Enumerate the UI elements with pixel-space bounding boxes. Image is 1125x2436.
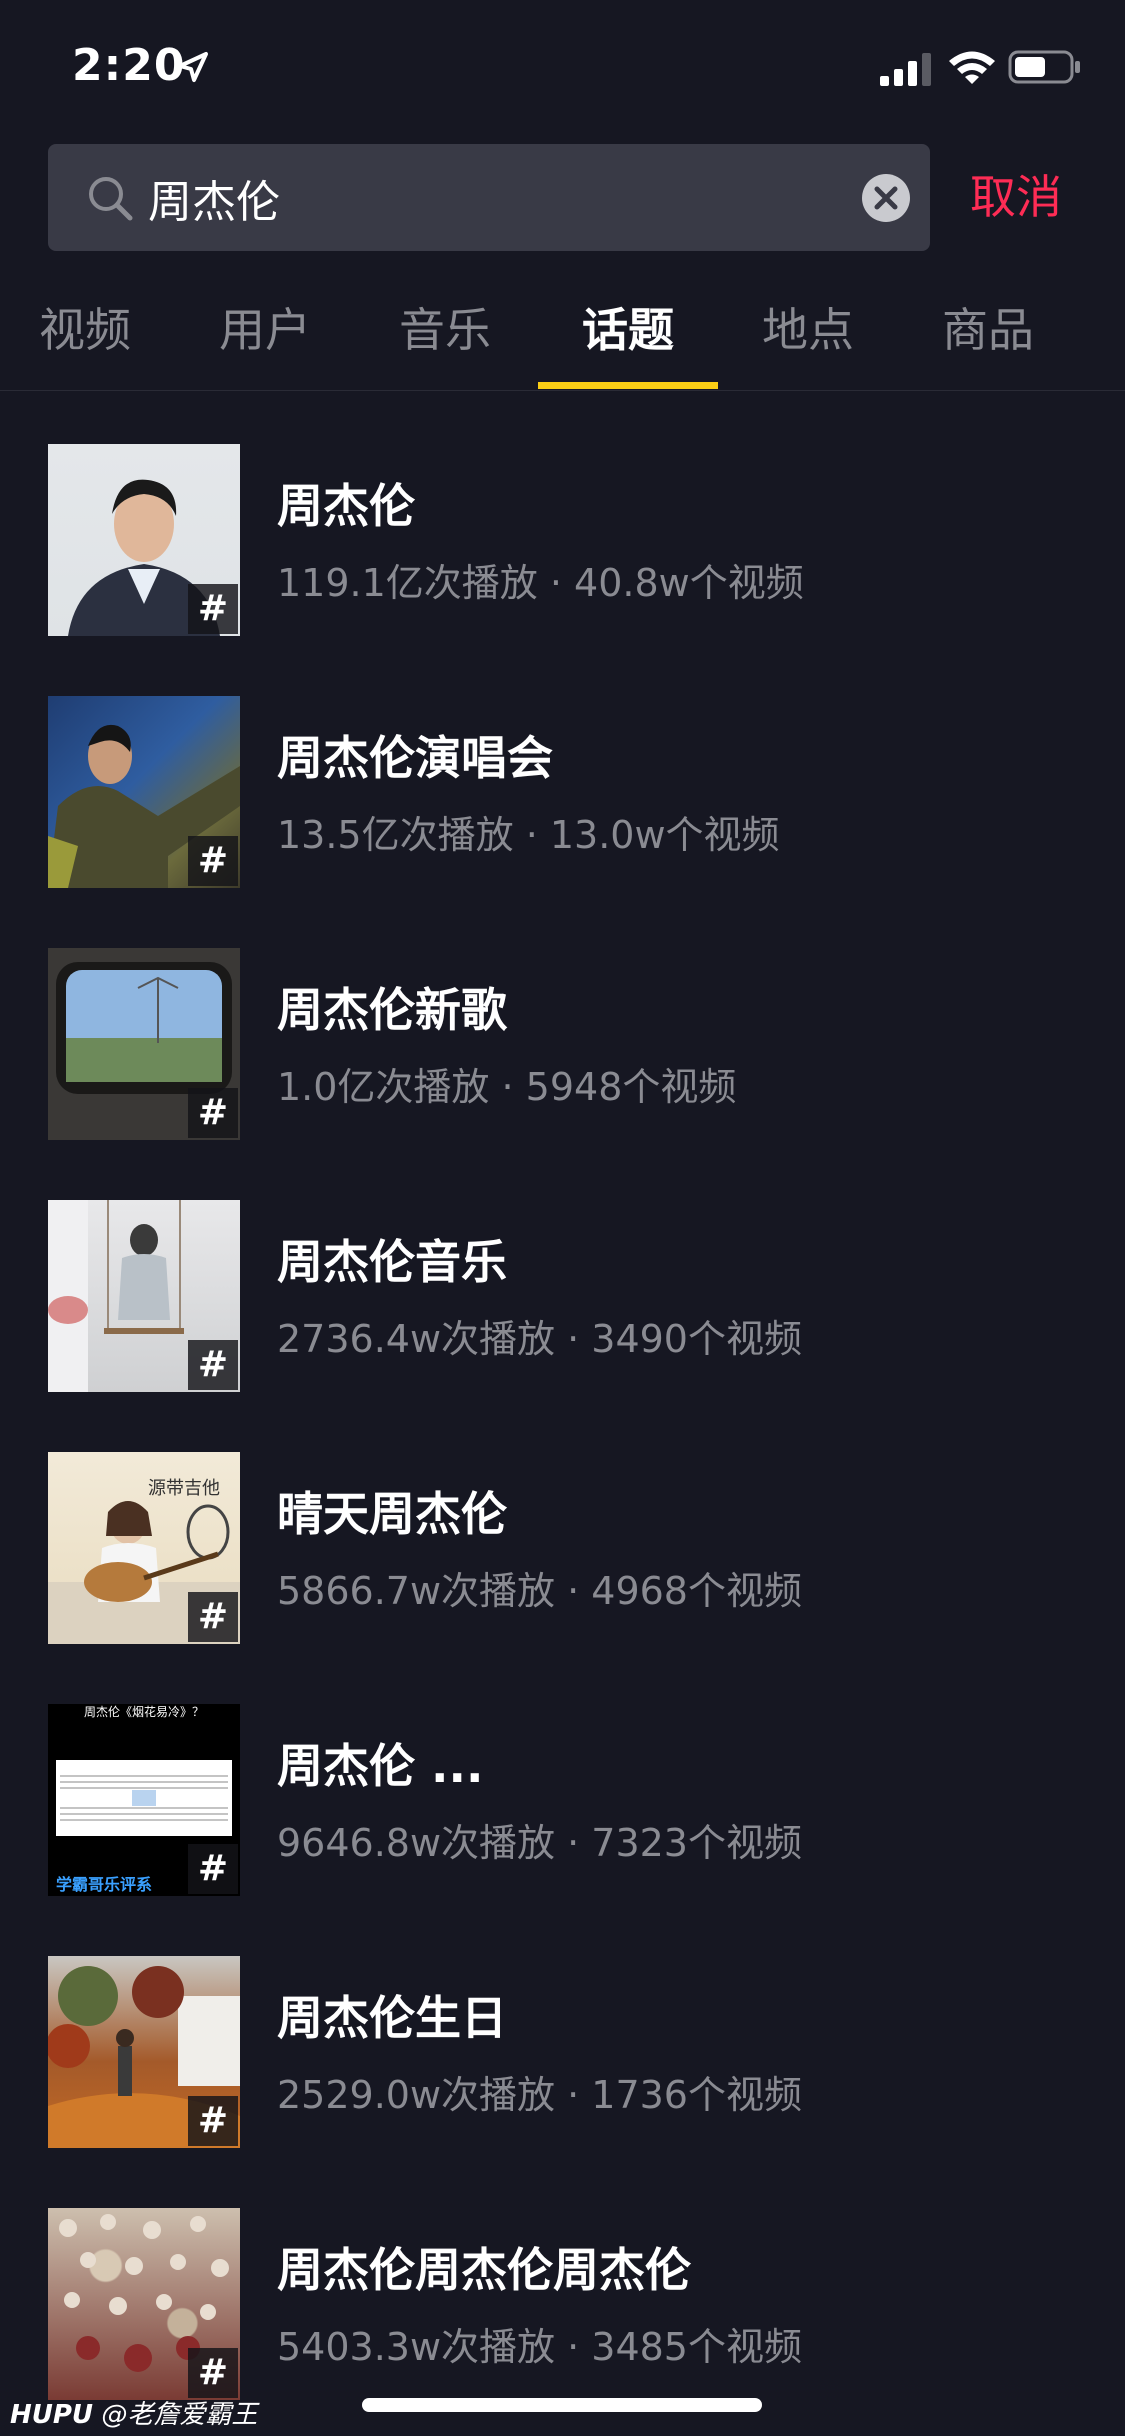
topic-title: 周杰伦新歌 [277, 983, 507, 1037]
topic-thumbnail: # [48, 2208, 240, 2400]
hashtag-icon: # [188, 1088, 238, 1138]
list-item[interactable]: # 周杰伦新歌 1.0亿次播放 · 5948个视频 [0, 948, 1125, 1140]
topic-stats: 13.5亿次播放 · 13.0w个视频 [277, 813, 780, 857]
hashtag-icon: # [188, 2348, 238, 2398]
battery-icon [1008, 50, 1080, 84]
search-bar[interactable] [48, 144, 930, 251]
tab-music[interactable]: 音乐 [355, 290, 535, 390]
cancel-button[interactable]: 取消 [970, 144, 1062, 251]
tab-places[interactable]: 地点 [718, 290, 898, 390]
list-item[interactable]: # 周杰伦 119.1亿次播放 · 40.8w个视频 [0, 444, 1125, 636]
tab-users[interactable]: 用户 [175, 290, 355, 390]
topic-stats: 9646.8w次播放 · 7323个视频 [277, 1821, 802, 1865]
topic-stats: 1.0亿次播放 · 5948个视频 [277, 1065, 737, 1109]
watermark-brand: HUPU [10, 2400, 94, 2430]
topic-stats: 2529.0w次播放 · 1736个视频 [277, 2073, 802, 2117]
list-item[interactable]: # 周杰伦生日 2529.0w次播放 · 1736个视频 [0, 1956, 1125, 2148]
thumb-caption-text: 学霸哥乐评系 [56, 1875, 152, 1894]
watermark-user: @老詹爱霸王 [101, 2400, 258, 2430]
hashtag-icon: # [188, 1340, 238, 1390]
thumb-sign-text: 源带吉他 [148, 1478, 220, 1499]
tab-active-indicator [538, 382, 718, 389]
hashtag-icon: # [188, 2096, 238, 2146]
wifi-icon [949, 51, 995, 84]
topic-thumbnail: 周杰伦《烟花易冷》？ 学霸哥乐评系 # [48, 1704, 240, 1896]
hashtag-icon: # [188, 584, 238, 634]
hashtag-icon: # [188, 1592, 238, 1642]
signal-icon [880, 53, 931, 86]
topic-thumbnail: 源带吉他 # [48, 1452, 240, 1644]
topic-title: 周杰伦演唱会 [277, 731, 553, 785]
watermark: HUPU @老詹爱霸王 [10, 2394, 257, 2431]
tab-bar: 视频 用户 音乐 话题 地点 商品 [0, 290, 1125, 391]
topic-title: 周杰伦 ... [277, 1739, 484, 1793]
hashtag-icon: # [188, 1844, 238, 1894]
topic-stats: 2736.4w次播放 · 3490个视频 [277, 1317, 802, 1361]
topic-title: 晴天周杰伦 [277, 1487, 507, 1541]
list-item[interactable]: # 周杰伦音乐 2736.4w次播放 · 3490个视频 [0, 1200, 1125, 1392]
tab-products[interactable]: 商品 [898, 290, 1078, 390]
topic-stats: 5866.7w次播放 · 4968个视频 [277, 1569, 802, 1613]
search-input[interactable] [148, 144, 788, 251]
topic-thumbnail: # [48, 1200, 240, 1392]
topic-title: 周杰伦生日 [277, 1991, 507, 2045]
list-item[interactable]: # 周杰伦演唱会 13.5亿次播放 · 13.0w个视频 [0, 696, 1125, 888]
list-item[interactable]: 周杰伦《烟花易冷》？ 学霸哥乐评系 # 周杰伦 ... 9646.8w次播放 ·… [0, 1704, 1125, 1896]
home-indicator[interactable] [362, 2398, 762, 2412]
hashtag-icon: # [188, 836, 238, 886]
search-icon [89, 177, 133, 221]
thumb-caption-text: 周杰伦《烟花易冷》？ [84, 1704, 204, 1719]
list-item[interactable]: 源带吉他 # 晴天周杰伦 5866.7w次播放 · 4968个视频 [0, 1452, 1125, 1644]
status-bar: 2:20 [0, 0, 1125, 140]
topic-thumbnail: # [48, 696, 240, 888]
topic-title: 周杰伦 [277, 479, 415, 533]
clear-icon[interactable] [860, 172, 912, 224]
topic-title: 周杰伦周杰伦周杰伦 [277, 2243, 691, 2297]
tab-topics[interactable]: 话题 [538, 290, 718, 390]
topic-thumbnail: # [48, 444, 240, 636]
list-item[interactable]: # 周杰伦周杰伦周杰伦 5403.3w次播放 · 3485个视频 [0, 2208, 1125, 2400]
topic-thumbnail: # [48, 1956, 240, 2148]
topic-stats: 5403.3w次播放 · 3485个视频 [277, 2325, 802, 2369]
location-arrow-icon [178, 52, 208, 82]
topic-thumbnail: # [48, 948, 240, 1140]
status-time: 2:20 [72, 40, 186, 91]
topic-stats: 119.1亿次播放 · 40.8w个视频 [277, 561, 804, 605]
tab-videos[interactable]: 视频 [0, 290, 175, 390]
topic-title: 周杰伦音乐 [277, 1235, 507, 1289]
